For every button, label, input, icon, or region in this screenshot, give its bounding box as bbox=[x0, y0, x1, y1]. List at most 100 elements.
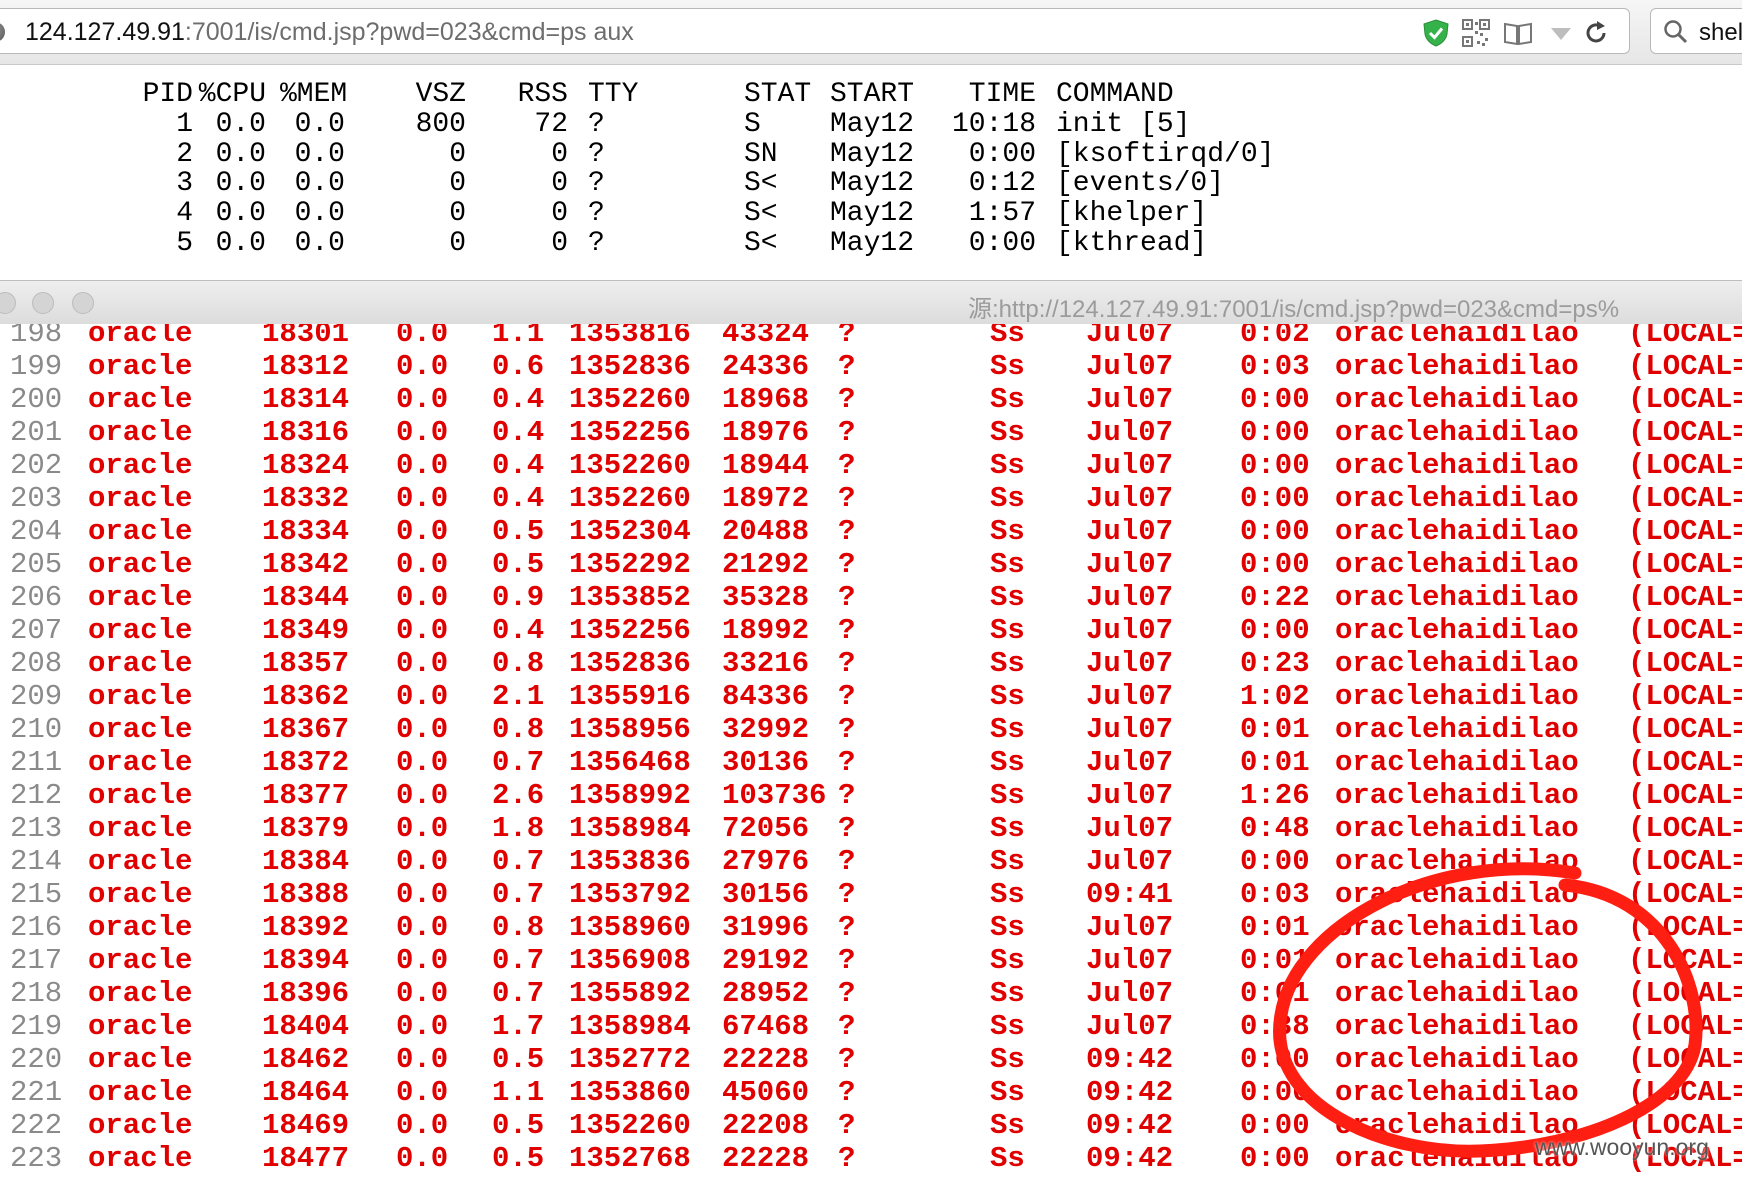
reload-icon[interactable] bbox=[1581, 19, 1611, 47]
source-cell-line-number: 198 bbox=[10, 324, 63, 350]
source-cell-pid: 18316 bbox=[262, 416, 350, 449]
source-window-titlebar: 源:http://124.127.49.91:7001/is/cmd.jsp?p… bbox=[0, 280, 1742, 326]
shield-icon[interactable] bbox=[1421, 19, 1451, 47]
source-cell-rss: 22228 bbox=[722, 1142, 810, 1175]
source-cell-tty: ? bbox=[838, 1076, 856, 1109]
address-bar[interactable]: 124.127.49.91:7001/is/cmd.jsp?pwd=023&cm… bbox=[0, 8, 1630, 54]
source-cell-stat: Ss bbox=[990, 548, 1025, 581]
source-cell-time: 0:00 bbox=[1240, 548, 1310, 581]
source-cell-tty: ? bbox=[838, 713, 856, 746]
source-cell-line-number: 217 bbox=[10, 944, 63, 977]
url-text[interactable]: 124.127.49.91:7001/is/cmd.jsp?pwd=023&cm… bbox=[25, 18, 634, 46]
source-cell-pid: 18392 bbox=[262, 911, 350, 944]
source-cell-cpu: 0.0 bbox=[396, 845, 449, 878]
source-cell-time: 0:00 bbox=[1240, 614, 1310, 647]
source-cell-stat: Ss bbox=[990, 1043, 1025, 1076]
ps-header-cpu: %CPU bbox=[198, 79, 266, 110]
source-cell-mem: 0.5 bbox=[492, 1142, 545, 1175]
source-cell-rss: 18976 bbox=[722, 416, 810, 449]
source-cell-start: Jul07 bbox=[1086, 713, 1174, 746]
source-cell-cpu: 0.0 bbox=[396, 515, 449, 548]
window-zoom-button[interactable] bbox=[72, 292, 94, 314]
source-cell-rss: 32992 bbox=[722, 713, 810, 746]
search-icon bbox=[1664, 20, 1688, 44]
source-cell-line-number: 202 bbox=[10, 449, 63, 482]
source-cell-vsz: 1352292 bbox=[569, 548, 691, 581]
source-cell-vsz: 1356468 bbox=[569, 746, 691, 779]
ps-cell-tty: ? bbox=[588, 198, 605, 230]
source-cell-cpu: 0.0 bbox=[396, 383, 449, 416]
qr-code-icon[interactable] bbox=[1461, 19, 1491, 47]
ps-cell-command: [ksoftirqd/0] bbox=[1056, 138, 1275, 170]
source-cell-tty: ? bbox=[838, 647, 856, 680]
source-cell-command: oraclehaidilao bbox=[1335, 680, 1579, 713]
dropdown-arrow-icon[interactable] bbox=[1546, 19, 1576, 47]
source-cell-line-number: 199 bbox=[10, 350, 63, 383]
source-cell-args: (LOCAL= bbox=[1628, 449, 1742, 482]
source-cell-args: (LOCAL= bbox=[1628, 350, 1742, 383]
source-cell-pid: 18464 bbox=[262, 1076, 350, 1109]
source-cell-args: (LOCAL= bbox=[1628, 680, 1742, 713]
source-cell-rss: 22208 bbox=[722, 1109, 810, 1142]
ps-cell-vsz: 800 bbox=[415, 109, 466, 140]
source-cell-stat: Ss bbox=[990, 324, 1025, 350]
source-cell-vsz: 1358992 bbox=[569, 779, 691, 812]
ps-cell-stat: S< bbox=[744, 168, 778, 200]
source-cell-command: oraclehaidilao bbox=[1335, 812, 1579, 845]
source-cell-pid: 18312 bbox=[262, 350, 350, 383]
source-cell-user: oracle bbox=[88, 581, 193, 614]
ps-cell-start: May12 bbox=[830, 109, 915, 140]
source-cell-tty: ? bbox=[838, 977, 856, 1010]
source-cell-start: 09:42 bbox=[1086, 1142, 1174, 1175]
ps-cell-pid: 5 bbox=[176, 227, 193, 259]
source-cell-command: oraclehaidilao bbox=[1335, 779, 1579, 812]
source-cell-pid: 18362 bbox=[262, 680, 350, 713]
source-cell-command: oraclehaidilao bbox=[1335, 482, 1579, 515]
ps-cell-stat: S< bbox=[744, 198, 778, 230]
window-minimize-button[interactable] bbox=[32, 292, 54, 314]
source-cell-cpu: 0.0 bbox=[396, 1109, 449, 1142]
source-cell-pid: 18394 bbox=[262, 944, 350, 977]
ps-cell-time: 0:00 bbox=[968, 138, 1036, 170]
ps-cell-stat: SN bbox=[744, 138, 778, 170]
source-cell-cpu: 0.0 bbox=[396, 1043, 449, 1076]
source-cell-user: oracle bbox=[88, 878, 193, 911]
source-cell-start: Jul07 bbox=[1086, 548, 1174, 581]
source-cell-vsz: 1352256 bbox=[569, 416, 691, 449]
search-box[interactable]: shel bbox=[1650, 8, 1742, 54]
source-cell-start: Jul07 bbox=[1086, 1010, 1174, 1043]
source-cell-cpu: 0.0 bbox=[396, 779, 449, 812]
ps-header-mem: %MEM bbox=[280, 79, 348, 110]
ps-cell-time: 0:12 bbox=[968, 168, 1036, 200]
source-cell-mem: 1.8 bbox=[492, 812, 545, 845]
search-text: shel bbox=[1699, 19, 1742, 46]
source-cell-args: (LOCAL= bbox=[1628, 713, 1742, 746]
source-cell-cpu: 0.0 bbox=[396, 680, 449, 713]
source-cell-mem: 1.1 bbox=[492, 324, 545, 350]
source-cell-user: oracle bbox=[88, 383, 193, 416]
source-cell-line-number: 218 bbox=[10, 977, 63, 1010]
source-cell-tty: ? bbox=[838, 350, 856, 383]
ps-header-start: START bbox=[830, 79, 915, 110]
ps-header-stat: STAT bbox=[744, 79, 812, 110]
source-cell-start: 09:42 bbox=[1086, 1076, 1174, 1109]
source-cell-vsz: 1355892 bbox=[569, 977, 691, 1010]
source-cell-user: oracle bbox=[88, 1043, 193, 1076]
source-cell-line-number: 210 bbox=[10, 713, 63, 746]
source-cell-mem: 0.7 bbox=[492, 944, 545, 977]
source-cell-mem: 0.4 bbox=[492, 416, 545, 449]
source-cell-stat: Ss bbox=[990, 449, 1025, 482]
ps-cell-tty: ? bbox=[588, 227, 605, 259]
source-cell-command: oraclehaidilao bbox=[1335, 548, 1579, 581]
window-close-button[interactable] bbox=[0, 292, 16, 314]
source-cell-tty: ? bbox=[838, 581, 856, 614]
source-cell-mem: 0.8 bbox=[492, 647, 545, 680]
source-cell-command: oraclehaidilao bbox=[1335, 449, 1579, 482]
source-cell-tty: ? bbox=[838, 482, 856, 515]
ps-header-tty: TTY bbox=[588, 79, 639, 110]
reader-view-icon[interactable] bbox=[1503, 19, 1533, 47]
source-cell-cpu: 0.0 bbox=[396, 1076, 449, 1109]
source-cell-command: oraclehaidilao bbox=[1335, 350, 1579, 383]
source-cell-cpu: 0.0 bbox=[396, 878, 449, 911]
source-cell-line-number: 222 bbox=[10, 1109, 63, 1142]
